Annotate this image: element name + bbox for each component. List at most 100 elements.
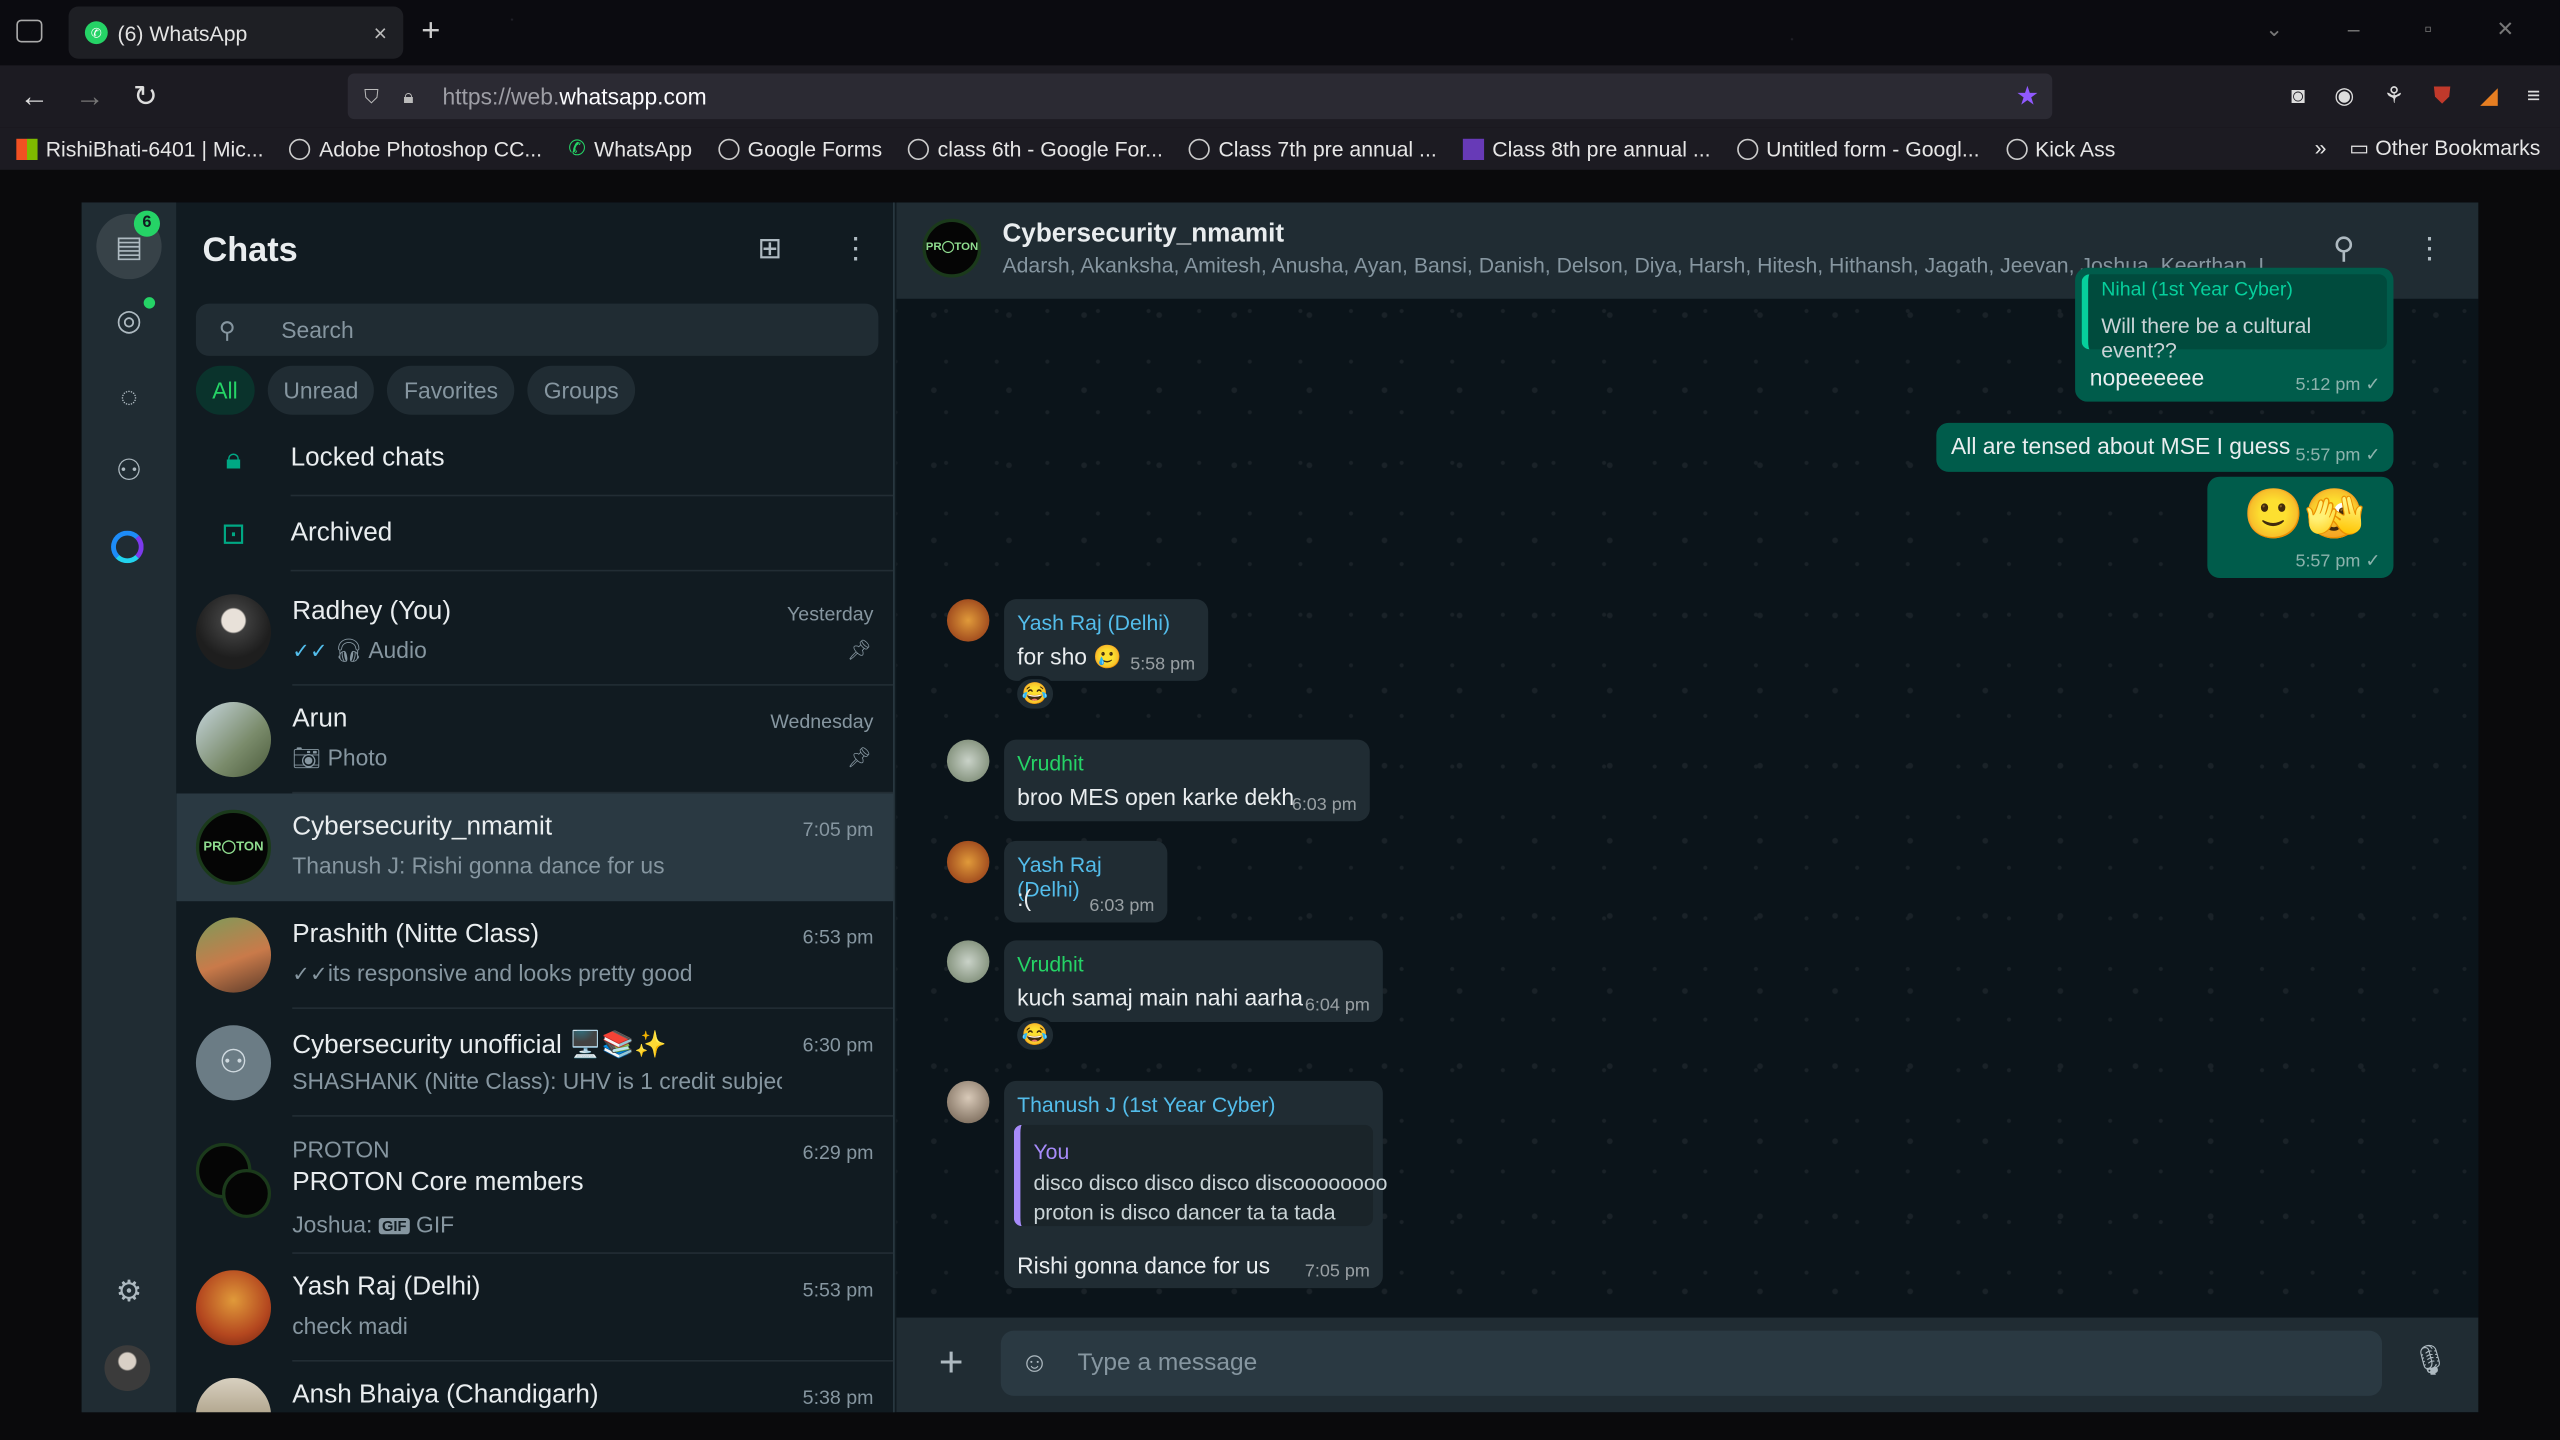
bookmark-item[interactable]: Class 7th pre annual ...: [1189, 136, 1437, 161]
menu-dots-icon[interactable]: ⋮: [2415, 232, 2444, 266]
bookmark-item[interactable]: Untitled form - Googl...: [1736, 136, 1980, 161]
bookmark-item[interactable]: Kick Ass: [2005, 136, 2115, 161]
status-dot: [143, 297, 156, 309]
message-outgoing-emoji[interactable]: 🙂🫣 5:57 pm ✓: [2207, 476, 2394, 578]
message-incoming[interactable]: Vrudhit kuch samaj main nahi aarha 6:04 …: [1004, 940, 1383, 1023]
whatsapp-icon: ✆: [568, 135, 587, 160]
chat-row-cybersecurity-nmamit[interactable]: PR◯TON Cybersecurity_nmamit Thanush J: R…: [176, 793, 894, 902]
microphone-icon[interactable]: 🎙︎: [2411, 1344, 2448, 1378]
browser-tab-bar: ✆ (6) WhatsApp × + ⌄ – ▫ ✕: [0, 0, 2560, 66]
message-input[interactable]: ☺ Type a message: [1000, 1330, 2383, 1396]
microsoft-icon: [16, 137, 38, 160]
new-chat-icon[interactable]: ⊞: [758, 232, 783, 266]
lock-icon[interactable]: 🔒︎: [403, 85, 426, 108]
tab-list-icon[interactable]: [16, 19, 43, 43]
filter-all[interactable]: All: [195, 365, 254, 415]
bookmarks-bar: RishiBhati-6401 | Mic... Adobe Photoshop…: [0, 127, 2560, 170]
extensions-icon[interactable]: ⚘: [2384, 82, 2405, 110]
menu-icon[interactable]: ≡: [2527, 82, 2540, 110]
reaction-emoji[interactable]: 😂: [1013, 1017, 1057, 1054]
menu-dots-icon[interactable]: ⋮: [841, 232, 870, 266]
bookmark-item[interactable]: RishiBhati-6401 | Mic...: [16, 136, 264, 161]
filter-groups[interactable]: Groups: [527, 365, 636, 415]
emoji-icon[interactable]: ☺: [1020, 1347, 1048, 1380]
browser-tab-whatsapp[interactable]: ✆ (6) WhatsApp ×: [68, 6, 404, 59]
message-incoming[interactable]: Vrudhit broo MES open karke dekh 6:03 pm: [1004, 739, 1370, 822]
browser-nav-bar: ← → ↻ ⛉ 🔒︎ https://web. whatsapp.com ★ ◙ …: [0, 65, 2560, 128]
bookmark-item[interactable]: Adobe Photoshop CC...: [289, 136, 542, 161]
bookmark-star-icon[interactable]: ★: [2016, 80, 2039, 113]
bookmark-item[interactable]: Class 8th pre annual ...: [1462, 136, 1711, 161]
filter-favorites[interactable]: Favorites: [387, 365, 515, 415]
chat-list-panel: Chats ⊞ ⋮ ⚲ Search All Unread Favorites …: [176, 202, 895, 1413]
bookmark-item[interactable]: ✆ WhatsApp: [568, 136, 692, 162]
globe-icon: [718, 137, 740, 160]
other-bookmarks[interactable]: ▭ Other Bookmarks: [2349, 136, 2540, 162]
quoted-message[interactable]: You disco disco disco disco discoooooooo…: [1013, 1124, 1387, 1227]
globe-icon: [908, 137, 930, 160]
page-title: Chats: [202, 231, 298, 269]
bookmark-item[interactable]: class 6th - Google For...: [908, 136, 1163, 161]
back-icon[interactable]: ←: [7, 79, 63, 113]
reload-icon[interactable]: ↻: [118, 79, 174, 113]
pocket-icon[interactable]: ◙: [2291, 82, 2305, 110]
gif-icon: GIF: [378, 1217, 410, 1235]
tab-close-icon[interactable]: ×: [374, 20, 387, 46]
avatar: [195, 702, 272, 778]
message-incoming[interactable]: Yash Raj (Delhi) for sho 🥲 5:58 pm: [1004, 599, 1209, 681]
archived-row[interactable]: ⊡ Archived: [176, 496, 894, 572]
message-incoming[interactable]: Yash Raj (Delhi) :( 6:03 pm: [1004, 840, 1168, 923]
bookmarks-overflow: » ▭ Other Bookmarks: [2315, 136, 2541, 162]
new-tab-button[interactable]: +: [421, 13, 440, 51]
globe-icon: [1736, 137, 1758, 160]
chat-row-cybersecurity-unofficial[interactable]: ⚇ Cybersecurity unofficial 🖥️📚✨ SHASHANK…: [176, 1009, 894, 1117]
conversation-panel: PR◯TON Cybersecurity_nmamit Adarsh, Akan…: [896, 202, 2479, 1413]
chat-row-yash-raj[interactable]: Yash Raj (Delhi) check madi 5:53 pm: [176, 1254, 894, 1362]
avatar[interactable]: [946, 840, 990, 884]
avatar: [195, 917, 272, 993]
avatar[interactable]: [946, 599, 990, 642]
account-icon[interactable]: ◉: [2334, 82, 2354, 110]
locked-chats-row[interactable]: 🔒︎ Locked chats: [176, 421, 894, 497]
unread-badge: 6: [133, 210, 160, 237]
forms-icon: [1462, 137, 1485, 160]
chat-row-prashith[interactable]: Prashith (Nitte Class) ✓✓its responsive …: [176, 901, 894, 1009]
quoted-message[interactable]: Nihal (1st Year Cyber) Will there be a c…: [2081, 274, 2387, 362]
avatar: [195, 594, 272, 670]
communities-icon[interactable]: ⚇: [109, 451, 148, 490]
message-incoming[interactable]: Thanush J (1st Year Cyber) You disco dis…: [1004, 1080, 1387, 1289]
search-icon[interactable]: ⚲: [2333, 232, 2355, 266]
avatar[interactable]: [946, 940, 990, 983]
browser-toolbar-icons: ◙ ◉ ⚘ ⛊ ◢ ≡: [2291, 82, 2540, 110]
reaction-emoji[interactable]: 😂: [1013, 675, 1057, 712]
settings-icon[interactable]: ⚙: [109, 1272, 148, 1311]
avatar[interactable]: [946, 739, 990, 783]
shield-icon[interactable]: ⛉: [364, 85, 387, 108]
meta-ai-icon[interactable]: [111, 530, 144, 564]
url-bar[interactable]: ⛉ 🔒︎ https://web. whatsapp.com ★: [347, 73, 2053, 120]
globe-icon: [1189, 137, 1211, 160]
forward-icon[interactable]: →: [62, 79, 118, 113]
search-input[interactable]: ⚲ Search: [195, 303, 879, 356]
attach-icon[interactable]: +: [939, 1337, 964, 1388]
chat-row-proton-core[interactable]: PROTON PROTON Core members Joshua: GIF G…: [176, 1117, 894, 1254]
archive-icon: ⊡: [221, 516, 246, 550]
status-icon[interactable]: ◎: [109, 300, 148, 339]
ublock-icon[interactable]: ⛊: [2434, 82, 2451, 110]
bookmark-item[interactable]: Google Forms: [718, 136, 882, 161]
extension-icon[interactable]: ◢: [2480, 82, 2498, 110]
chat-row-radhey[interactable]: Radhey (You) ✓✓ 🎧︎ Audio Yesterday 📌︎: [176, 578, 894, 686]
channels-icon[interactable]: ◌: [109, 377, 148, 416]
window-controls[interactable]: ⌄ – ▫ ✕: [2265, 16, 2543, 42]
chat-row-ansh[interactable]: Ansh Bhaiya (Chandigarh) 5:38 pm: [176, 1362, 893, 1413]
url-prefix: https://web.: [442, 83, 560, 110]
url-domain: whatsapp.com: [559, 83, 707, 110]
profile-avatar[interactable]: [104, 1345, 151, 1392]
filter-unread[interactable]: Unread: [267, 365, 375, 415]
avatar: [195, 1377, 272, 1413]
message-outgoing[interactable]: Nihal (1st Year Cyber) Will there be a c…: [2075, 267, 2394, 402]
avatar[interactable]: [946, 1080, 990, 1124]
chat-row-arun[interactable]: Arun 📷︎ Photo Wednesday 📌︎: [176, 686, 894, 794]
message-outgoing[interactable]: All are tensed about MSE I guess 5:57 pm…: [1936, 422, 2394, 472]
chevron-more-icon[interactable]: »: [2315, 136, 2327, 162]
